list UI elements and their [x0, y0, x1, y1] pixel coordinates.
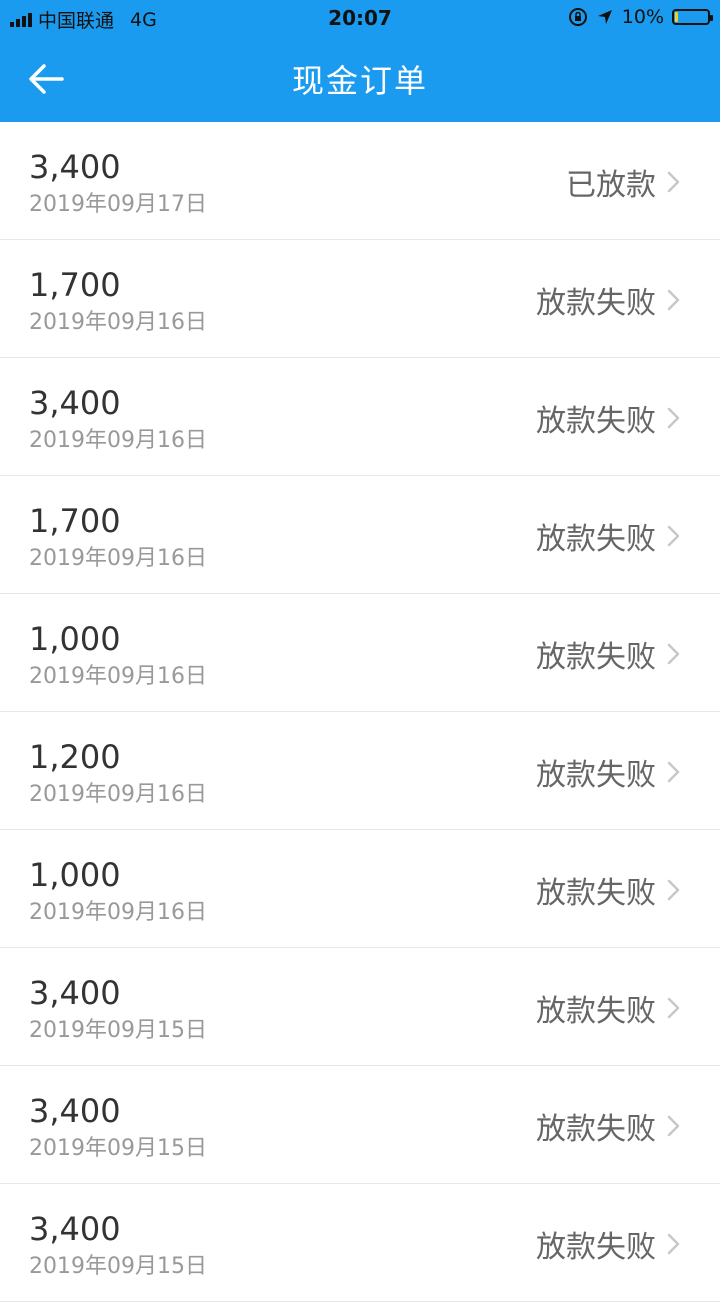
rotation-lock-icon — [568, 8, 587, 26]
order-amount: 1,200 — [29, 738, 121, 776]
order-date: 2019年09月16日 — [29, 546, 207, 571]
location-icon — [597, 10, 612, 24]
chevron-right-icon — [667, 761, 680, 783]
order-date: 2019年09月16日 — [29, 900, 207, 925]
order-status: 放款失败 — [536, 404, 656, 439]
order-status: 放款失败 — [536, 1112, 656, 1147]
chevron-right-icon — [667, 1115, 680, 1137]
status-bar-right: 10% — [568, 6, 713, 28]
order-status: 放款失败 — [536, 876, 656, 911]
page-title: 现金订单 — [291, 62, 428, 100]
order-row[interactable]: 1,700 2019年09月16日 放款失败 — [0, 240, 720, 358]
order-amount: 1,700 — [29, 502, 121, 540]
order-row[interactable]: 1,000 2019年09月16日 放款失败 — [0, 830, 720, 948]
chevron-right-icon — [667, 643, 680, 665]
order-row[interactable]: 3,400 2019年09月15日 放款失败 — [0, 1066, 720, 1184]
chevron-right-icon — [667, 1233, 680, 1255]
order-date: 2019年09月16日 — [29, 428, 207, 453]
order-status: 已放款 — [566, 168, 656, 203]
order-amount: 3,400 — [29, 1210, 121, 1248]
order-amount: 3,400 — [29, 974, 121, 1012]
order-amount: 1,000 — [29, 856, 121, 894]
chevron-right-icon — [667, 289, 680, 311]
order-row[interactable]: 1,700 2019年09月16日 放款失败 — [0, 476, 720, 594]
order-date: 2019年09月16日 — [29, 310, 207, 335]
order-date: 2019年09月16日 — [29, 664, 207, 689]
arrow-left-icon[interactable] — [22, 55, 70, 103]
status-bar: 中国联通 4G 20:07 10% — [0, 0, 720, 36]
order-amount: 3,400 — [29, 1092, 121, 1130]
order-date: 2019年09月16日 — [29, 782, 207, 807]
order-status: 放款失败 — [536, 994, 656, 1029]
order-amount: 3,400 — [29, 148, 121, 186]
order-date: 2019年09月15日 — [29, 1136, 207, 1161]
order-row[interactable]: 1,200 2019年09月16日 放款失败 — [0, 712, 720, 830]
order-status: 放款失败 — [536, 758, 656, 793]
order-status: 放款失败 — [536, 640, 656, 675]
order-row[interactable]: 3,400 2019年09月15日 放款失败 — [0, 1184, 720, 1302]
order-amount: 3,400 — [29, 384, 121, 422]
order-row[interactable]: 3,400 2019年09月17日 已放款 — [0, 122, 720, 240]
order-status: 放款失败 — [536, 522, 656, 557]
order-row[interactable]: 3,400 2019年09月16日 放款失败 — [0, 358, 720, 476]
order-status: 放款失败 — [536, 286, 656, 321]
order-amount: 1,000 — [29, 620, 121, 658]
chevron-right-icon — [667, 171, 680, 193]
nav-bar: 现金订单 — [0, 36, 720, 122]
order-date: 2019年09月17日 — [29, 192, 207, 217]
chevron-right-icon — [667, 997, 680, 1019]
order-date: 2019年09月15日 — [29, 1254, 207, 1279]
chevron-right-icon — [667, 525, 680, 547]
order-row[interactable]: 3,400 2019年09月15日 放款失败 — [0, 948, 720, 1066]
battery-icon — [672, 9, 713, 25]
battery-level — [675, 12, 678, 22]
order-amount: 1,700 — [29, 266, 121, 304]
order-date: 2019年09月15日 — [29, 1018, 207, 1043]
chevron-right-icon — [667, 879, 680, 901]
chevron-right-icon — [667, 407, 680, 429]
order-row[interactable]: 1,000 2019年09月16日 放款失败 — [0, 594, 720, 712]
order-list: 3,400 2019年09月17日 已放款 1,700 2019年09月16日 放款失败 3… — [0, 122, 720, 1302]
battery-percent: 10% — [621, 6, 664, 28]
order-status: 放款失败 — [536, 1230, 656, 1265]
